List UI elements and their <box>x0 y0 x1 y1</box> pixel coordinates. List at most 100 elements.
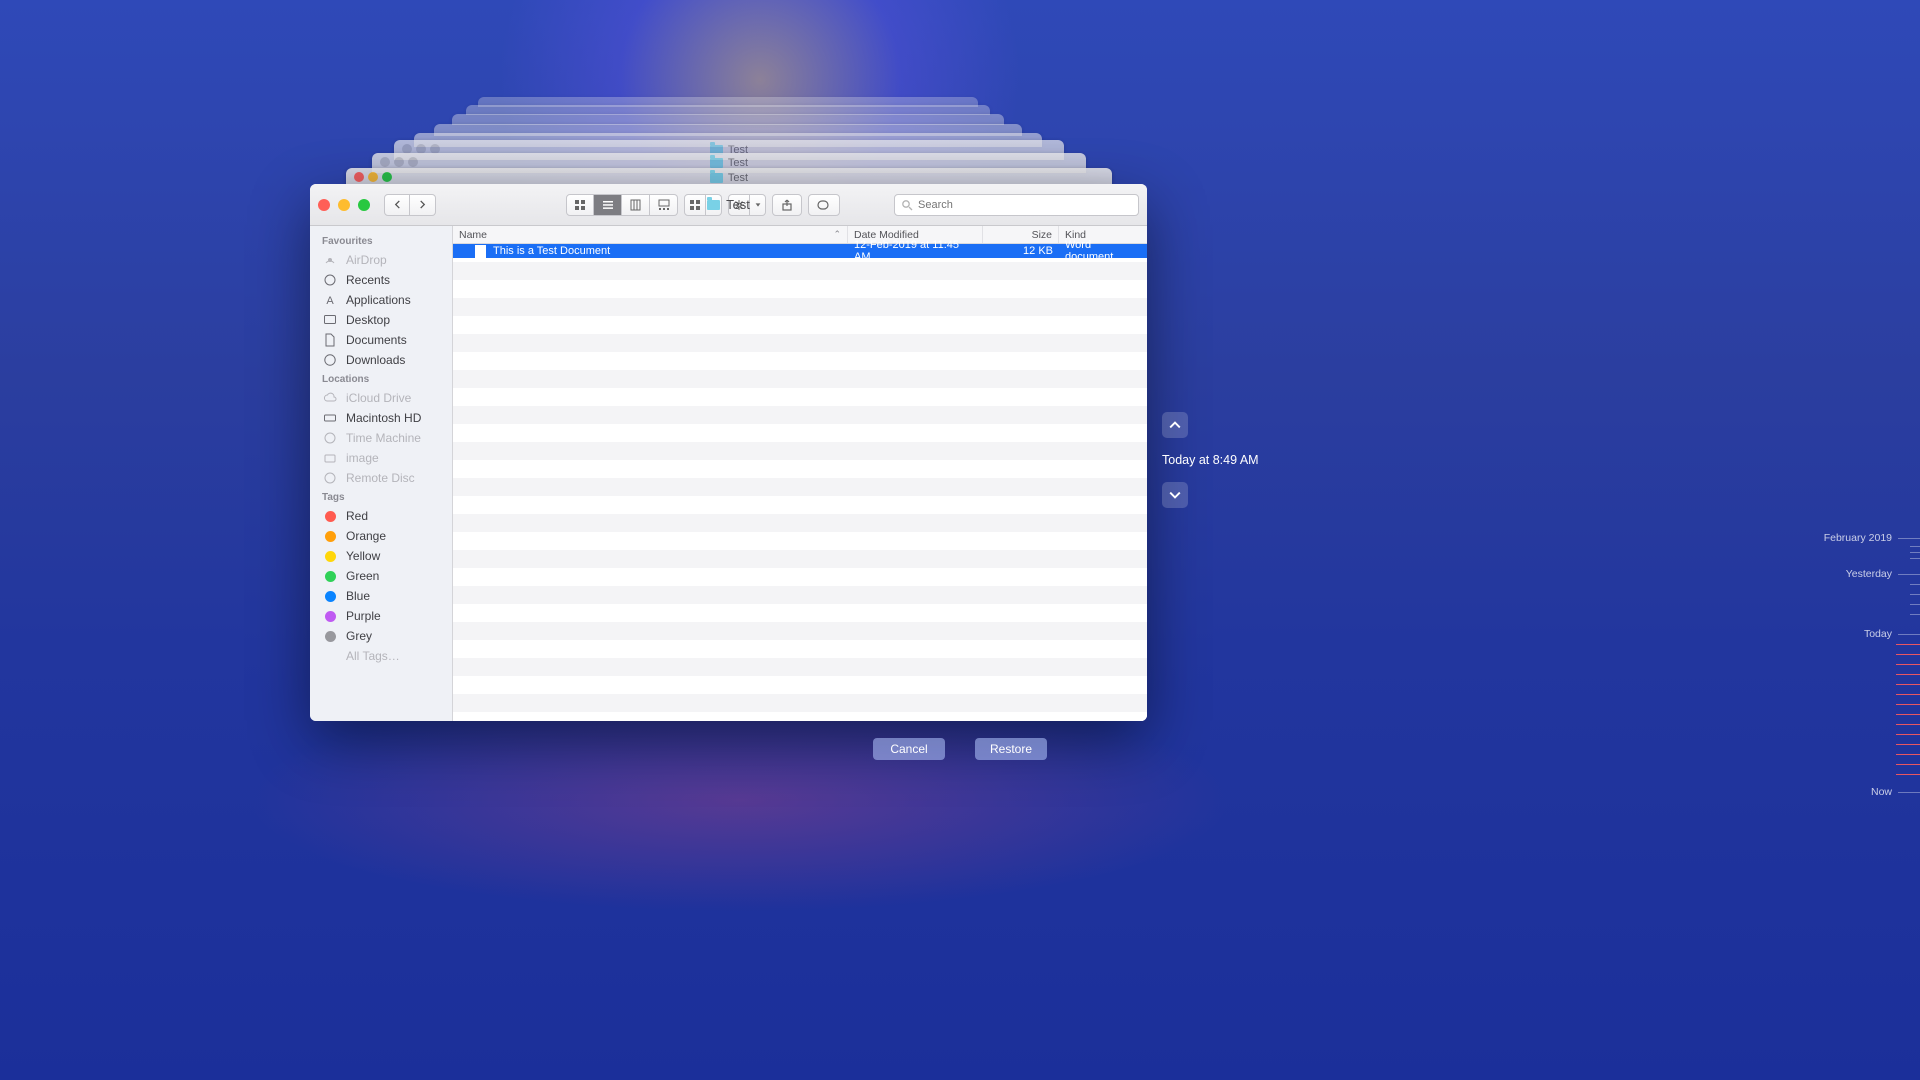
sidebar-item-recents[interactable]: Recents <box>310 270 452 290</box>
timeline-label: Today <box>1792 628 1892 640</box>
group-menu-button[interactable] <box>706 194 722 216</box>
group-segment <box>684 194 722 216</box>
group-button[interactable] <box>684 194 706 216</box>
sidebar-item-orange[interactable]: Orange <box>310 526 452 546</box>
snapshot-newer-button[interactable] <box>1162 482 1188 508</box>
document-icon <box>475 245 486 258</box>
column-size[interactable]: Size <box>983 226 1059 243</box>
sidebar-item-blue[interactable]: Blue <box>310 586 452 606</box>
file-list: Name⌃ Date Modified Size Kind This is a … <box>453 226 1147 721</box>
search-icon <box>901 199 913 211</box>
column-view-button[interactable] <box>622 194 650 216</box>
snapshot-older-button[interactable] <box>1162 412 1188 438</box>
table-row[interactable]: This is a Test Document 12-Feb-2019 at 11… <box>453 244 1147 258</box>
sidebar-item-yellow[interactable]: Yellow <box>310 546 452 566</box>
sidebar-item-macintosh-hd[interactable]: Macintosh HD <box>310 408 452 428</box>
tags-button[interactable] <box>808 194 840 216</box>
sidebar-item-documents[interactable]: Documents <box>310 330 452 350</box>
sidebar-item-label: image <box>346 451 379 465</box>
sidebar-item-label: Grey <box>346 629 372 643</box>
forward-button[interactable] <box>410 194 436 216</box>
restore-button[interactable]: Restore <box>975 738 1047 760</box>
back-button[interactable] <box>384 194 410 216</box>
sidebar-item-label: Desktop <box>346 313 390 327</box>
time-machine-icon <box>322 431 338 445</box>
svg-text:A: A <box>326 295 334 307</box>
sidebar-item-desktop[interactable]: Desktop <box>310 310 452 330</box>
file-name: This is a Test Document <box>493 245 610 257</box>
all-tags--icon <box>322 649 338 663</box>
tag-dot-icon <box>322 589 338 603</box>
gallery-view-button[interactable] <box>650 194 678 216</box>
share-button[interactable] <box>772 194 802 216</box>
sidebar-section-header: Favourites <box>310 232 452 250</box>
sidebar-item-label: Yellow <box>346 549 380 563</box>
titlebar: Test <box>310 184 1147 226</box>
timeline-label: Now <box>1792 786 1892 798</box>
sidebar-item-label: Purple <box>346 609 381 623</box>
tag-dot-icon <box>322 629 338 643</box>
sidebar-item-grey[interactable]: Grey <box>310 626 452 646</box>
search-input[interactable] <box>918 199 1132 211</box>
window-controls <box>318 199 370 211</box>
sidebar-item-label: All Tags… <box>346 649 400 663</box>
documents-icon <box>322 333 338 347</box>
sort-ascending-icon: ⌃ <box>833 229 841 240</box>
snapshot-current-label: Today at 8:49 AM <box>1162 451 1259 469</box>
timeline[interactable]: February 2019 Yesterday Today Now <box>1840 520 1920 820</box>
sidebar-section-header: Locations <box>310 370 452 388</box>
sidebar-item-label: Time Machine <box>346 431 421 445</box>
timeline-label: Yesterday <box>1792 568 1892 580</box>
action-menu-button[interactable] <box>750 194 766 216</box>
sidebar-item-label: Documents <box>346 333 407 347</box>
list-view-button[interactable] <box>594 194 622 216</box>
maximize-icon[interactable] <box>358 199 370 211</box>
search-field[interactable] <box>894 194 1139 216</box>
icon-view-button[interactable] <box>566 194 594 216</box>
sidebar-item-label: Orange <box>346 529 386 543</box>
file-rows[interactable]: This is a Test Document 12-Feb-2019 at 11… <box>453 244 1147 721</box>
sidebar-item-downloads[interactable]: Downloads <box>310 350 452 370</box>
sidebar-item-green[interactable]: Green <box>310 566 452 586</box>
folder-icon <box>710 158 723 168</box>
action-segment <box>728 194 766 216</box>
snapshot-nav: Today at 8:49 AM <box>1162 412 1259 508</box>
macintosh-hd-icon <box>322 411 338 425</box>
sidebar-item-label: Applications <box>346 293 411 307</box>
sidebar-item-label: iCloud Drive <box>346 391 411 405</box>
sidebar-item-airdrop[interactable]: AirDrop <box>310 250 452 270</box>
action-gear-button[interactable] <box>728 194 750 216</box>
tag-dot-icon <box>322 509 338 523</box>
sidebar-section-header: Tags <box>310 488 452 506</box>
history-window-title: Test <box>728 172 748 184</box>
sidebar-item-label: Recents <box>346 273 390 287</box>
sidebar-item-applications[interactable]: A Applications <box>310 290 452 310</box>
folder-icon <box>710 173 723 183</box>
sidebar-item-label: AirDrop <box>346 253 387 267</box>
file-kind: Word document <box>1059 244 1147 258</box>
tag-dot-icon <box>322 609 338 623</box>
file-date: 12-Feb-2019 at 11:45 AM <box>848 244 983 258</box>
cancel-button[interactable]: Cancel <box>873 738 945 760</box>
sidebar-item-all-tags-[interactable]: All Tags… <box>310 646 452 666</box>
close-icon[interactable] <box>318 199 330 211</box>
tag-dot-icon <box>322 569 338 583</box>
sidebar-item-red[interactable]: Red <box>310 506 452 526</box>
column-name[interactable]: Name⌃ <box>453 226 848 243</box>
image-icon <box>322 451 338 465</box>
sidebar-item-purple[interactable]: Purple <box>310 606 452 626</box>
sidebar-item-label: Downloads <box>346 353 405 367</box>
sidebar-item-time-machine[interactable]: Time Machine <box>310 428 452 448</box>
sidebar: Favourites AirDrop Recents A Applications Des… <box>310 226 453 721</box>
remote-disc-icon <box>322 471 338 485</box>
airdrop-icon <box>322 253 338 267</box>
nav-buttons <box>384 194 436 216</box>
sidebar-item-image[interactable]: image <box>310 448 452 468</box>
sidebar-item-icloud-drive[interactable]: iCloud Drive <box>310 388 452 408</box>
tag-dot-icon <box>322 549 338 563</box>
minimize-icon[interactable] <box>338 199 350 211</box>
desktop-icon <box>322 313 338 327</box>
sidebar-item-remote-disc[interactable]: Remote Disc <box>310 468 452 488</box>
sidebar-item-label: Blue <box>346 589 370 603</box>
sidebar-item-label: Red <box>346 509 368 523</box>
